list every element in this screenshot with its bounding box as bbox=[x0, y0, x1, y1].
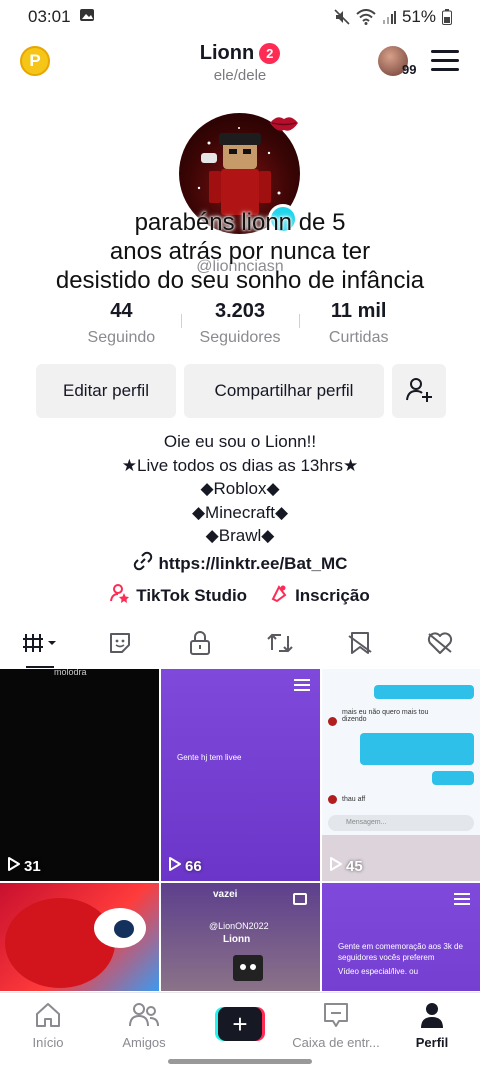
video-thumbnail[interactable]: Gente hj tem livee 66 bbox=[161, 669, 320, 881]
video-thumbnail[interactable]: vazei @LionON2022 Lionn bbox=[161, 883, 320, 991]
bookmark-hidden-icon bbox=[347, 630, 373, 661]
video-grid: molodra 31 Gente hj tem livee 66 mais eu… bbox=[0, 669, 480, 991]
play-icon bbox=[169, 857, 181, 875]
stat-likes[interactable]: 11 mil Curtidas bbox=[299, 300, 418, 347]
bottom-navigation: Início Amigos + Caixa de entr... Perfil bbox=[0, 992, 480, 1052]
hamburger-menu-icon[interactable] bbox=[431, 50, 459, 72]
create-button[interactable]: + bbox=[215, 1007, 265, 1041]
tab-stickers[interactable] bbox=[80, 622, 160, 668]
signal-icon bbox=[382, 10, 396, 24]
bio-link[interactable]: https://linktr.ee/Bat_MC bbox=[0, 551, 480, 576]
tab-videos[interactable] bbox=[0, 622, 80, 668]
inbox-icon bbox=[321, 1001, 351, 1032]
battery-icon bbox=[442, 9, 452, 25]
status-bar: 03:01 51% bbox=[0, 0, 480, 34]
lock-icon bbox=[188, 630, 212, 661]
text-post-icon bbox=[294, 679, 310, 694]
profile-tabs bbox=[0, 622, 480, 668]
subscription-link[interactable]: Inscrição bbox=[269, 583, 370, 608]
sticker-icon bbox=[107, 630, 133, 661]
mute-icon bbox=[334, 9, 350, 25]
text-post-icon bbox=[454, 893, 470, 908]
profile-actions: Editar perfil Compartilhar perfil bbox=[36, 364, 446, 418]
edit-profile-button[interactable]: Editar perfil bbox=[36, 364, 176, 418]
heart-hidden-icon bbox=[426, 630, 454, 661]
video-thumbnail[interactable]: Gente em comemoração aos 3k de seguidore… bbox=[322, 883, 480, 991]
home-icon bbox=[33, 1001, 63, 1032]
video-thumbnail[interactable]: mais eu não quero mais tou dizendo thau … bbox=[322, 669, 480, 881]
add-friend-button[interactable] bbox=[392, 364, 446, 418]
home-indicator[interactable] bbox=[168, 1059, 312, 1064]
nav-profile[interactable]: Perfil bbox=[384, 993, 480, 1052]
video-overlay-caption: parabéns lionn de 5 anos atrás por nunca… bbox=[55, 209, 425, 294]
friends-icon bbox=[128, 1001, 160, 1032]
tab-liked[interactable] bbox=[400, 622, 480, 668]
video-thumbnail[interactable]: molodra 31 bbox=[0, 669, 159, 881]
nav-inbox[interactable]: Caixa de entr... bbox=[288, 993, 384, 1052]
profile-stats: 44 Seguindo 3.203 Seguidores 11 mil Curt… bbox=[62, 300, 418, 347]
tab-private[interactable] bbox=[160, 622, 240, 668]
link-text: https://linktr.ee/Bat_MC bbox=[158, 553, 348, 573]
share-profile-button[interactable]: Compartilhar perfil bbox=[184, 364, 384, 418]
creator-tools: TikTok Studio Inscrição bbox=[0, 583, 480, 608]
pin-icon bbox=[293, 893, 307, 905]
tiktok-studio-link[interactable]: TikTok Studio bbox=[110, 583, 247, 608]
view-count: 45 bbox=[330, 857, 363, 875]
view-count: 66 bbox=[169, 857, 202, 875]
nav-create[interactable]: + bbox=[192, 993, 288, 1052]
plus-icon: + bbox=[218, 1007, 262, 1041]
nav-friends[interactable]: Amigos bbox=[96, 993, 192, 1052]
subscription-icon bbox=[269, 583, 289, 608]
add-user-icon bbox=[405, 375, 433, 408]
grid-icon bbox=[22, 631, 58, 660]
tab-saved[interactable] bbox=[320, 622, 400, 668]
studio-icon bbox=[110, 583, 130, 608]
link-icon bbox=[133, 551, 153, 576]
username: Lionn bbox=[199, 42, 255, 64]
stat-followers[interactable]: 3.203 Seguidores bbox=[180, 300, 300, 347]
repost-icon bbox=[266, 630, 294, 661]
profile-bio: Oie eu sou o Lionn!! ★Live todos os dias… bbox=[121, 432, 359, 545]
notification-badge: 2 bbox=[259, 43, 281, 64]
nav-home[interactable]: Início bbox=[0, 993, 96, 1052]
profile-header: P Lionn 2 ele/dele 99 bbox=[0, 40, 480, 90]
video-thumbnail[interactable] bbox=[0, 883, 159, 991]
gallery-notification-icon bbox=[79, 7, 95, 27]
status-time: 03:01 bbox=[28, 7, 71, 26]
battery-level: 51% bbox=[401, 7, 436, 26]
view-count: 31 bbox=[8, 857, 41, 875]
play-icon bbox=[330, 857, 342, 875]
stat-following[interactable]: 44 Seguindo bbox=[62, 300, 181, 347]
profile-icon bbox=[417, 1001, 447, 1032]
wifi-icon bbox=[356, 9, 376, 25]
friends-count: 99 bbox=[402, 62, 417, 77]
tab-reposts[interactable] bbox=[240, 622, 320, 668]
lips-sticker-icon bbox=[268, 112, 300, 139]
play-icon bbox=[8, 857, 20, 875]
